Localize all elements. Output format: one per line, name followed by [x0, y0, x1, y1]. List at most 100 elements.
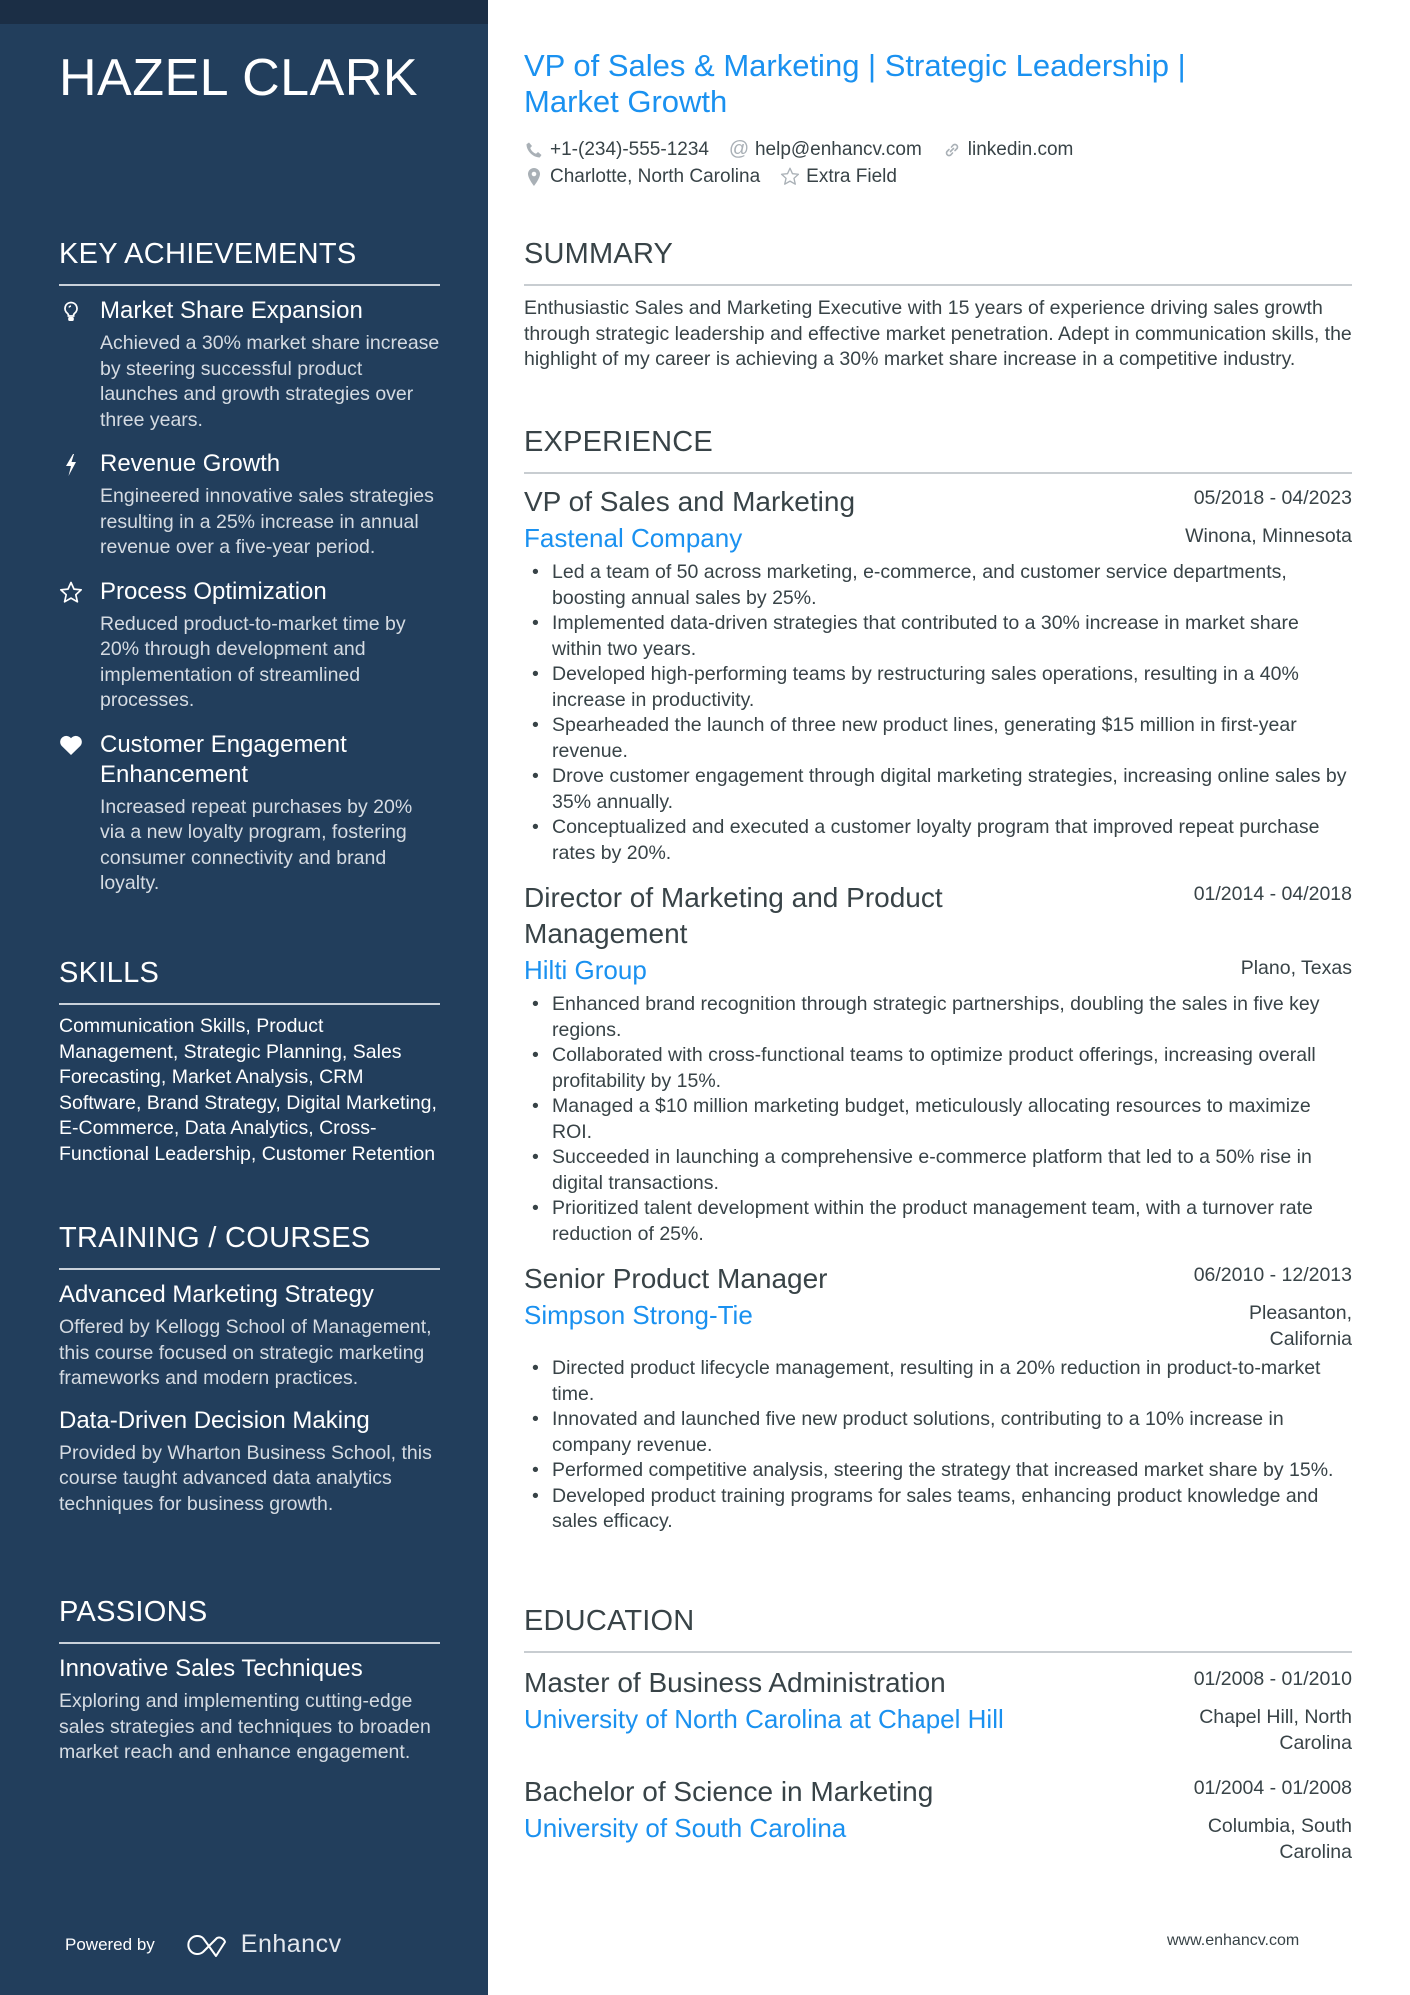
- job-dates: 05/2018 - 04/2023: [1193, 487, 1352, 509]
- job-bullets: Led a team of 50 across marketing, e-com…: [524, 560, 1352, 866]
- contact-link[interactable]: linkedin.com: [942, 138, 1074, 161]
- job-bullet: Prioritized talent development within th…: [524, 1196, 1352, 1247]
- job-bullet: Succeeded in launching a comprehensive e…: [524, 1145, 1352, 1196]
- school-name[interactable]: University of North Carolina at Chapel H…: [524, 1701, 1004, 1737]
- degree: Bachelor of Science in Marketing: [524, 1776, 934, 1807]
- job-bullet: Spearheaded the launch of three new prod…: [524, 713, 1352, 764]
- job-title: Director of Marketing and Product Manage…: [524, 882, 943, 949]
- course-description: Provided by Wharton Business School, thi…: [59, 1441, 432, 1515]
- powered-by: Powered by Enhancv: [65, 1930, 342, 1959]
- section-title: EXPERIENCE: [524, 426, 713, 458]
- section-divider: [59, 1268, 440, 1270]
- company-name[interactable]: Simpson Strong-Tie: [524, 1297, 753, 1333]
- candidate-name: HAZEL CLARK: [59, 49, 419, 107]
- location-text: Charlotte, North Carolina: [550, 165, 761, 187]
- job-location: Winona, Minnesota: [1185, 525, 1352, 547]
- sidebar-top-strip: [0, 0, 488, 24]
- education-location: Chapel Hill, North Carolina: [1199, 1706, 1352, 1754]
- job-bullet: Led a team of 50 across marketing, e-com…: [524, 560, 1352, 611]
- section-divider: [59, 1003, 440, 1005]
- at-sign-icon: @: [728, 138, 750, 160]
- company-name[interactable]: Fastenal Company: [524, 520, 742, 556]
- degree: Master of Business Administration: [524, 1667, 946, 1698]
- job-bullet: Collaborated with cross-functional teams…: [524, 1043, 1352, 1094]
- achievement-description: Engineered innovative sales strategies r…: [100, 485, 434, 558]
- contact-location: Charlotte, North Carolina: [524, 166, 760, 188]
- achievement-title: Revenue Growth: [100, 450, 281, 477]
- company-name[interactable]: Hilti Group: [524, 952, 647, 988]
- location-pin-icon: [524, 167, 544, 187]
- skills-list: Communication Skills, Product Management…: [59, 1015, 437, 1165]
- education-section: EDUCATION Master of Business Administrat…: [524, 1603, 1352, 1865]
- section-title: EDUCATION: [524, 1605, 695, 1637]
- star-icon: [780, 167, 800, 187]
- achievement-description: Reduced product-to-market time by 20% th…: [100, 612, 406, 712]
- brand-name: Enhancv: [240, 1930, 342, 1958]
- star-icon: [59, 581, 83, 605]
- job-dates: 01/2014 - 04/2018: [1193, 883, 1352, 905]
- contact-email[interactable]: @ help@enhancv.com: [728, 138, 922, 161]
- experience-section: EXPERIENCE VP of Sales and Marketing 05/…: [524, 424, 1352, 1535]
- skills-section: SKILLS Communication Skills, Product Man…: [59, 955, 440, 1167]
- job-entry: Senior Product Manager 06/2010 - 12/2013…: [524, 1261, 1352, 1535]
- education-location: Columbia, South Carolina: [1207, 1815, 1352, 1863]
- school-name[interactable]: University of South Carolina: [524, 1810, 846, 1846]
- achievement-title: Market Share Expansion: [100, 297, 363, 324]
- achievement-item: Market Share Expansion Achieved a 30% ma…: [59, 296, 440, 433]
- email-address: help@enhancv.com: [754, 138, 922, 160]
- section-divider: [59, 284, 440, 286]
- job-location: Pleasanton, California: [1249, 1302, 1352, 1350]
- job-title: Senior Product Manager: [524, 1263, 828, 1294]
- headline: VP of Sales & Marketing | Strategic Lead…: [524, 48, 1186, 119]
- training-section: TRAINING / COURSES Advanced Marketing St…: [59, 1220, 440, 1517]
- section-title: KEY ACHIEVEMENTS: [59, 238, 357, 270]
- job-bullet: Drove customer engagement through digita…: [524, 764, 1352, 815]
- job-bullet: Implemented data-driven strategies that …: [524, 611, 1352, 662]
- job-bullet: Directed product lifecycle management, r…: [524, 1356, 1352, 1407]
- lightning-icon: [59, 453, 83, 477]
- achievement-description: Increased repeat purchases by 20% via a …: [100, 795, 413, 895]
- job-entry: Director of Marketing and Product Manage…: [524, 880, 1352, 1247]
- education-dates: 01/2008 - 01/2010: [1193, 1668, 1352, 1690]
- section-title: PASSIONS: [59, 1596, 208, 1628]
- enhancv-logo[interactable]: Enhancv: [183, 1930, 342, 1959]
- lightbulb-icon: [59, 300, 83, 324]
- link-url: linkedin.com: [967, 138, 1074, 160]
- job-bullet: Conceptualized and executed a customer l…: [524, 815, 1352, 866]
- extra-field-text: Extra Field: [806, 165, 897, 187]
- job-location: Plano, Texas: [1240, 957, 1352, 979]
- passion-item: Innovative Sales Techniques Exploring an…: [59, 1654, 440, 1766]
- phone-icon: [524, 140, 544, 160]
- contact-info: +1-(234)-555-1234 @ help@enhancv.com lin…: [524, 136, 1352, 190]
- achievement-title: Customer Engagement Enhancement: [100, 730, 347, 788]
- contact-phone[interactable]: +1-(234)-555-1234: [524, 139, 709, 161]
- key-achievements-section: KEY ACHIEVEMENTS Market Share Expansion …: [59, 236, 440, 897]
- phone-number: +1-(234)-555-1234: [550, 138, 709, 160]
- enhancv-logo-icon: [187, 1934, 226, 1957]
- summary-text: Enthusiastic Sales and Marketing Executi…: [524, 297, 1352, 370]
- job-bullet: Performed competitive analysis, steering…: [524, 1458, 1352, 1484]
- course-description: Offered by Kellogg School of Management,…: [59, 1316, 432, 1389]
- job-entry: VP of Sales and Marketing 05/2018 - 04/2…: [524, 484, 1352, 866]
- job-bullets: Enhanced brand recognition through strat…: [524, 992, 1352, 1247]
- link-icon: [942, 140, 962, 160]
- job-bullet: Developed product training programs for …: [524, 1484, 1352, 1535]
- job-bullet: Developed high-performing teams by restr…: [524, 662, 1352, 713]
- education-entry: Bachelor of Science in Marketing 01/2004…: [524, 1774, 1352, 1865]
- section-divider: [59, 1642, 440, 1644]
- achievement-item: Process Optimization Reduced product-to-…: [59, 577, 440, 714]
- section-divider: [524, 1651, 1352, 1653]
- passions-section: PASSIONS Innovative Sales Techniques Exp…: [59, 1594, 440, 1766]
- job-title: VP of Sales and Marketing: [524, 486, 856, 517]
- passion-title: Innovative Sales Techniques: [59, 1655, 363, 1682]
- course-title: Advanced Marketing Strategy: [59, 1281, 374, 1308]
- job-bullet: Enhanced brand recognition through strat…: [524, 992, 1352, 1043]
- course-item: Advanced Marketing Strategy Offered by K…: [59, 1280, 440, 1392]
- course-item: Data-Driven Decision Making Provided by …: [59, 1406, 440, 1518]
- footer-url[interactable]: www.enhancv.com: [1167, 1932, 1299, 1950]
- powered-by-label: Powered by: [65, 1934, 155, 1954]
- job-bullet: Innovated and launched five new product …: [524, 1407, 1352, 1458]
- section-divider: [524, 284, 1352, 286]
- achievement-item: Revenue Growth Engineered innovative sal…: [59, 449, 440, 561]
- achievement-description: Achieved a 30% market share increase by …: [100, 332, 440, 431]
